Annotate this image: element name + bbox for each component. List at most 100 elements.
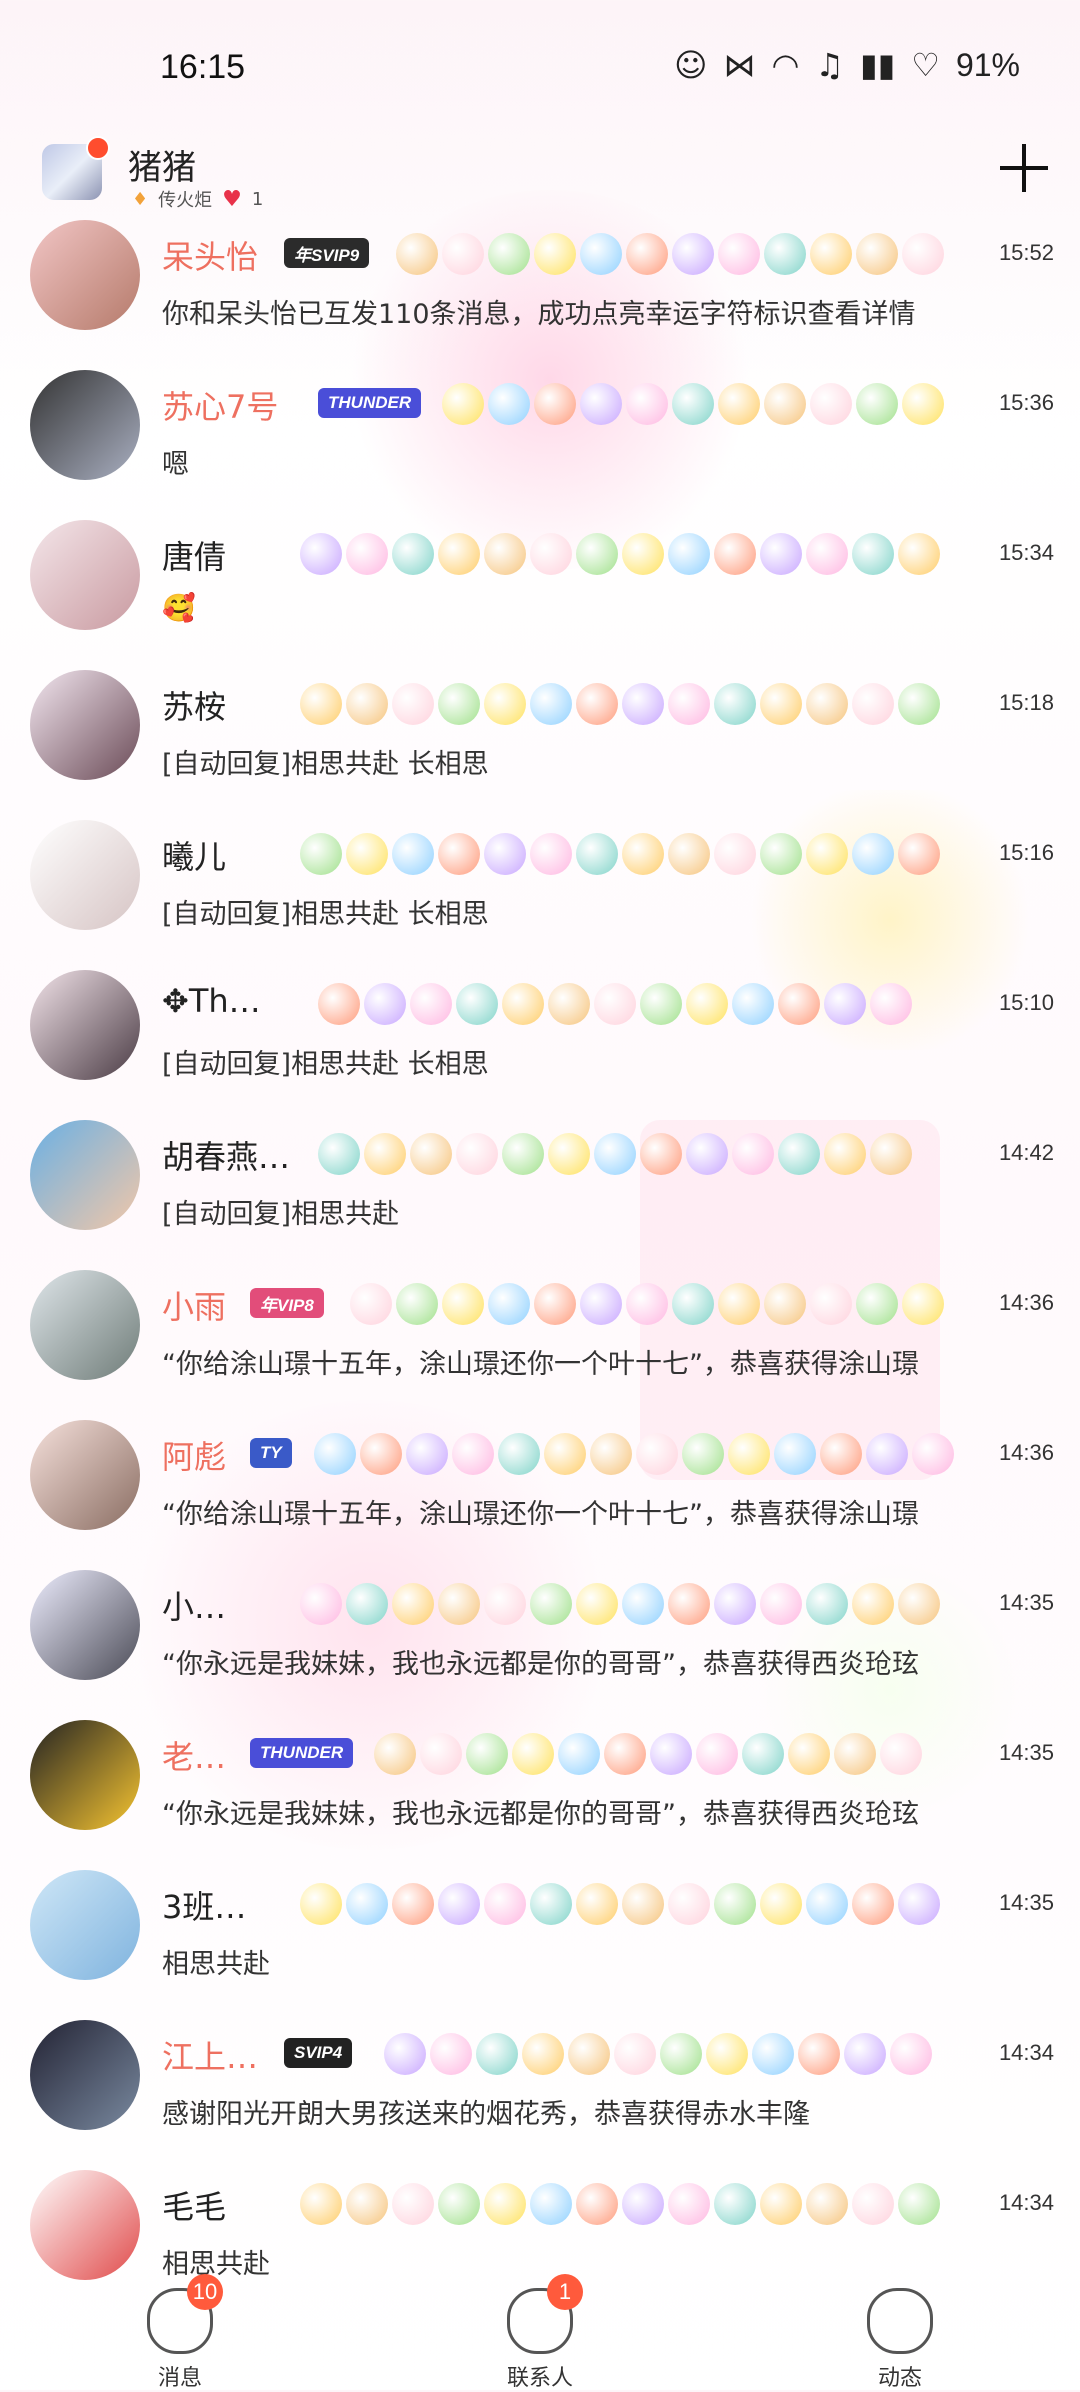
moments-icon (867, 2288, 933, 2354)
face-icon: ☺ (674, 46, 708, 84)
avatar[interactable] (30, 520, 140, 630)
decoration-icon (534, 233, 576, 275)
decoration-icon (498, 1433, 540, 1475)
chat-row[interactable]: 胡春燕… 14:42 [自动回复]相思共赴 (0, 1120, 1080, 1270)
avatar[interactable] (30, 2020, 140, 2130)
tab-moments[interactable]: 动态 (825, 2288, 975, 2392)
avatar[interactable] (30, 1870, 140, 1980)
decoration-icon (856, 233, 898, 275)
decoration-icon (392, 1883, 434, 1925)
signal-icon: ▮▮ (860, 46, 896, 84)
my-avatar[interactable] (42, 136, 110, 200)
avatar[interactable] (30, 370, 140, 480)
chat-row[interactable]: 阿彪 TY 14:36 “你给涂山璟十五年，涂山璟还你一个叶十七”，恭喜获得涂山璟 (0, 1420, 1080, 1570)
decoration-icon (806, 1883, 848, 1925)
vip-badge: TY (250, 1438, 292, 1468)
decoration-icon (902, 1283, 944, 1325)
decoration-icon (902, 233, 944, 275)
decoration-icon (668, 1883, 710, 1925)
decoration-icon (778, 983, 820, 1025)
decoration-icon (902, 383, 944, 425)
decoration-icon-strip (350, 1280, 944, 1328)
avatar[interactable] (30, 670, 140, 780)
decoration-icon (760, 1583, 802, 1625)
my-status[interactable]: ♦ 传火炬 ♥ 1 (132, 186, 263, 212)
header: 猪猪 ♦ 传火炬 ♥ 1 (0, 136, 1080, 220)
avatar[interactable] (30, 1120, 140, 1230)
decoration-icon-strip (384, 2030, 932, 2078)
tab-contacts[interactable]: 1 联系人 (465, 2274, 615, 2392)
chat-row[interactable]: 3班… 14:35 相思共赴 (0, 1870, 1080, 2020)
chat-preview: [自动回复]相思共赴 长相思 (162, 1049, 489, 1080)
chat-row[interactable]: 曦儿 15:16 [自动回复]相思共赴 长相思 (0, 820, 1080, 970)
decoration-icon-strip (318, 980, 912, 1028)
decoration-icon (438, 1883, 480, 1925)
decoration-icon (568, 2033, 610, 2075)
avatar[interactable] (30, 1420, 140, 1530)
chat-row[interactable]: ✥Th… 15:10 [自动回复]相思共赴 长相思 (0, 970, 1080, 1120)
like-count: 1 (251, 188, 264, 210)
tab-messages[interactable]: 10 消息 (105, 2274, 255, 2392)
add-button[interactable] (994, 138, 1054, 198)
avatar[interactable] (30, 1270, 140, 1380)
decoration-icon (732, 983, 774, 1025)
chat-preview: [自动回复]相思共赴 长相思 (162, 899, 489, 930)
vip-badge: 年SVIP9 (284, 238, 370, 268)
decoration-icon (728, 1433, 770, 1475)
decoration-icon (360, 1433, 402, 1475)
messages-badge: 10 (187, 2274, 223, 2310)
chat-preview: “你永远是我妹妹，我也永远都是你的哥哥”，恭喜获得西炎玱玹 (162, 1649, 919, 1680)
decoration-icon (696, 1733, 738, 1775)
chat-time: 15:34 (998, 540, 1054, 565)
decoration-icon (438, 833, 480, 875)
decoration-icon (438, 533, 480, 575)
avatar[interactable] (30, 2170, 140, 2280)
decoration-icon (898, 2183, 940, 2225)
avatar[interactable] (30, 220, 140, 330)
decoration-icon (764, 383, 806, 425)
decoration-icon (484, 533, 526, 575)
vip-badge: 年VIP8 (250, 1288, 324, 1318)
chat-name: 小… (162, 1588, 227, 1626)
decoration-icon (576, 2183, 618, 2225)
chat-name: 阿彪 (162, 1438, 227, 1476)
decoration-icon (714, 1883, 756, 1925)
decoration-icon (392, 1583, 434, 1625)
decoration-icon-strip (374, 1730, 922, 1778)
avatar[interactable] (30, 820, 140, 930)
decoration-icon (392, 833, 434, 875)
decoration-icon (476, 2033, 518, 2075)
chat-row[interactable]: 呆头怡 年SVIP9 15:52 你和呆头怡已互发110条消息，成功点亮幸运字符标识查… (0, 220, 1080, 370)
flame-label: 传火炬 (158, 190, 213, 211)
my-name[interactable]: 猪猪 (128, 140, 196, 189)
decoration-icon-strip (300, 530, 940, 578)
decoration-icon (488, 1283, 530, 1325)
chat-row[interactable]: 小雨 年VIP8 14:36 “你给涂山璟十五年，涂山璟还你一个叶十七”，恭喜获得涂山… (0, 1270, 1080, 1420)
chat-row[interactable]: 唐倩 15:34 🥰 (0, 520, 1080, 670)
torch-icon: ♦ (132, 188, 149, 210)
decoration-icon (484, 2183, 526, 2225)
decoration-icon (406, 1433, 448, 1475)
chat-row[interactable]: 老… THUNDER 14:35 “你永远是我妹妹，我也永远都是你的哥哥”，恭喜获得西… (0, 1720, 1080, 1870)
decoration-icon (764, 233, 806, 275)
chat-row[interactable]: 小… 14:35 “你永远是我妹妹，我也永远都是你的哥哥”，恭喜获得西炎玱玹 (0, 1570, 1080, 1720)
decoration-icon (706, 2033, 748, 2075)
decoration-icon (626, 233, 668, 275)
decoration-icon (760, 1883, 802, 1925)
decoration-icon (686, 983, 728, 1025)
avatar[interactable] (30, 1720, 140, 1830)
decoration-icon (880, 1733, 922, 1775)
decoration-icon (852, 1583, 894, 1625)
chat-row[interactable]: 苏心7号 THUNDER 15:36 嗯 (0, 370, 1080, 520)
chat-row[interactable]: 江上… SVIP4 14:34 感谢阳光开朗大男孩送来的烟花秀，恭喜获得赤水丰隆 (0, 2020, 1080, 2170)
heart-icon: ♥ (222, 186, 242, 212)
avatar[interactable] (30, 1570, 140, 1680)
decoration-icon (558, 1733, 600, 1775)
decoration-icon (534, 383, 576, 425)
chat-row[interactable]: 苏桉 15:18 [自动回复]相思共赴 长相思 (0, 670, 1080, 820)
chat-time: 14:42 (998, 1140, 1054, 1165)
avatar[interactable] (30, 970, 140, 1080)
decoration-icon (622, 1883, 664, 1925)
decoration-icon-strip (300, 1580, 940, 1628)
decoration-icon (640, 1133, 682, 1175)
